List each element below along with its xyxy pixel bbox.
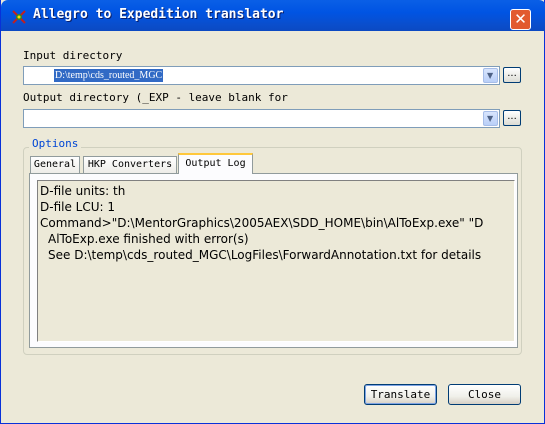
log-line: D-file units: th (40, 184, 126, 198)
output-directory-label: Output directory (_EXP - leave blank for (23, 91, 288, 104)
input-directory-value: D:\temp\cds_routed_MGC (54, 69, 164, 82)
input-directory-label: Input directory (23, 49, 123, 62)
log-line: See D:\temp\cds_routed_MGC\LogFiles\Forw… (48, 248, 482, 262)
close-window-button[interactable]: ✕ (510, 9, 531, 30)
log-line: D-file LCU: 1 (40, 200, 115, 214)
tab-output-log[interactable]: Output Log (178, 153, 253, 174)
output-dropdown-button[interactable]: ▼ (483, 111, 498, 126)
translator-window: Allegro to Expedition translator ✕ Input… (0, 0, 545, 424)
close-icon: ✕ (514, 10, 527, 28)
window-title: Allegro to Expedition translator (33, 7, 284, 22)
output-browse-button[interactable]: ... (503, 110, 521, 126)
input-dropdown-button[interactable]: ▼ (483, 68, 498, 83)
tab-hkp-converters[interactable]: HKP Converters (83, 156, 177, 174)
log-line: AlToExp.exe finished with error(s) (48, 232, 249, 246)
translate-button[interactable]: Translate (364, 384, 437, 405)
output-log-text[interactable]: D-file units: th D-file LCU: 1 Command>"… (37, 180, 515, 342)
app-icon (12, 10, 26, 24)
options-label: Options (29, 137, 82, 150)
tab-general[interactable]: General (30, 156, 80, 174)
log-line: Command>"D:\MentorGraphics\2005AEX\SDD_H… (40, 216, 484, 230)
output-directory-combo[interactable]: ▼ (23, 109, 500, 128)
close-button[interactable]: Close (448, 384, 521, 405)
title-bar[interactable]: Allegro to Expedition translator ✕ (1, 0, 545, 31)
chevron-down-icon: ▼ (487, 114, 494, 123)
chevron-down-icon: ▼ (487, 71, 494, 80)
input-directory-combo[interactable]: D:\temp\cds_routed_MGC ▼ (23, 66, 500, 85)
input-browse-button[interactable]: ... (503, 67, 521, 83)
